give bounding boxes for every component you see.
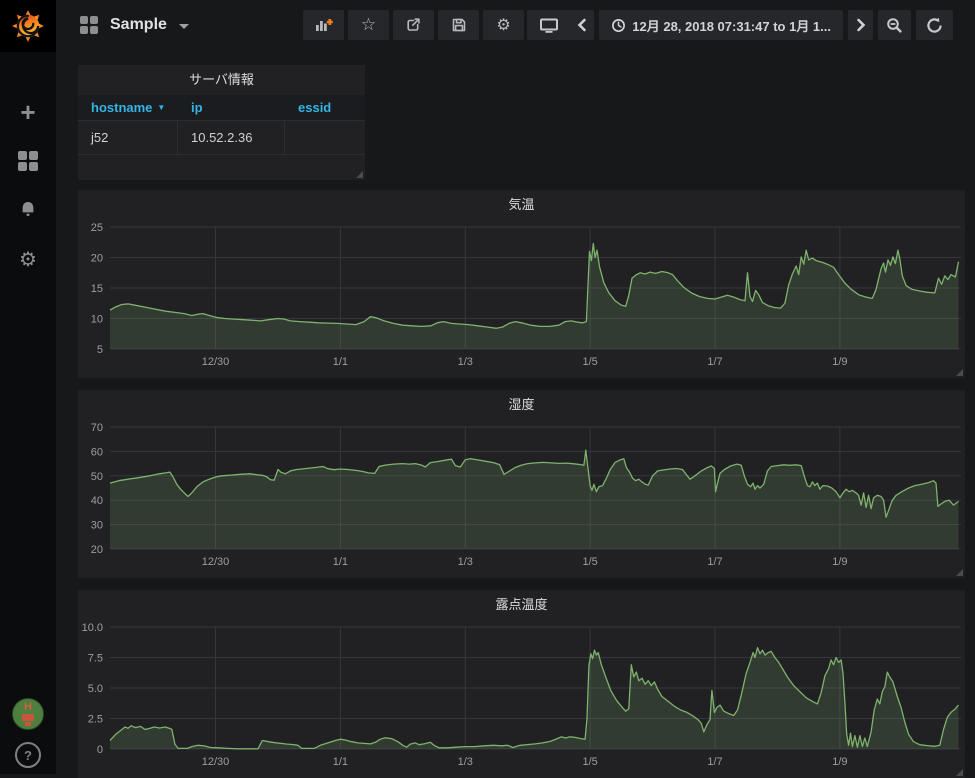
chevron-right-icon bbox=[856, 18, 866, 32]
tv-mode-button[interactable] bbox=[527, 10, 571, 40]
sort-desc-icon: ▼ bbox=[157, 103, 165, 112]
chevron-down-icon[interactable] bbox=[179, 24, 189, 29]
dew-point-chart-panel: 露点温度 0 2.5 5.0 7.5 10.0 12/30 1/1 1/3 1/5 1/7 1/9 bbox=[78, 590, 965, 778]
svg-text:60: 60 bbox=[91, 446, 103, 458]
configuration-gear-icon[interactable]: ⚙ bbox=[16, 247, 40, 271]
svg-text:1/1: 1/1 bbox=[333, 756, 348, 768]
dashboard-grid-icon bbox=[80, 16, 98, 34]
server-info-table-panel: サーバ情報 hostname▼ ip essid j52 10.52.2.36 bbox=[78, 65, 365, 180]
dashboards-icon[interactable] bbox=[16, 149, 40, 173]
chart-panel-title[interactable]: 気温 bbox=[78, 194, 965, 216]
time-forward-button[interactable] bbox=[848, 10, 873, 40]
svg-text:1/9: 1/9 bbox=[832, 356, 847, 368]
panel-resize-handle[interactable] bbox=[956, 369, 963, 376]
zoom-out-button[interactable] bbox=[878, 10, 911, 40]
svg-text:50: 50 bbox=[91, 471, 103, 483]
svg-text:1/9: 1/9 bbox=[832, 756, 847, 768]
panel-resize-handle[interactable] bbox=[956, 569, 963, 576]
svg-text:20: 20 bbox=[91, 253, 103, 265]
cell-ip: 10.52.2.36 bbox=[178, 121, 285, 154]
svg-text:1/1: 1/1 bbox=[333, 556, 348, 568]
time-range-text: 12月 28, 2018 07:31:47 to 1月 1... bbox=[632, 16, 831, 35]
svg-text:1/5: 1/5 bbox=[582, 556, 597, 568]
chart-panel-title[interactable]: 露点温度 bbox=[78, 594, 965, 616]
svg-text:20: 20 bbox=[91, 544, 103, 556]
chevron-left-icon bbox=[577, 18, 587, 32]
svg-text:5: 5 bbox=[97, 344, 103, 356]
refresh-icon bbox=[926, 17, 943, 34]
svg-text:12/30: 12/30 bbox=[202, 756, 230, 768]
svg-text:70: 70 bbox=[91, 422, 103, 434]
svg-text:25: 25 bbox=[91, 222, 103, 234]
save-floppy-icon bbox=[451, 17, 467, 33]
clock-icon bbox=[611, 18, 626, 33]
column-header-hostname[interactable]: hostname▼ bbox=[78, 95, 178, 120]
svg-text:1/5: 1/5 bbox=[582, 356, 597, 368]
svg-text:40: 40 bbox=[91, 495, 103, 507]
panel-resize-handle[interactable] bbox=[956, 769, 963, 776]
svg-text:1/7: 1/7 bbox=[707, 356, 722, 368]
star-icon: ☆ bbox=[361, 15, 376, 35]
chart-panel-title[interactable]: 湿度 bbox=[78, 394, 965, 416]
table-panel-title[interactable]: サーバ情報 bbox=[78, 69, 365, 91]
svg-text:2.5: 2.5 bbox=[88, 714, 103, 726]
cell-hostname: j52 bbox=[78, 121, 178, 154]
humidity-chart-panel: 湿度 20 30 40 50 60 70 12/30 1/1 1/3 1/5 1/7 1/9 bbox=[78, 390, 965, 578]
side-menu: + ⚙ H ? bbox=[0, 0, 56, 774]
table-header-row: hostname▼ ip essid bbox=[78, 95, 365, 120]
svg-text:12/30: 12/30 bbox=[202, 556, 230, 568]
svg-text:10.0: 10.0 bbox=[82, 622, 103, 634]
share-dashboard-button[interactable] bbox=[393, 10, 434, 40]
alerting-bell-icon[interactable] bbox=[16, 198, 40, 222]
svg-text:5.0: 5.0 bbox=[88, 683, 103, 695]
add-panel-button[interactable] bbox=[303, 10, 344, 40]
bell-icon bbox=[18, 200, 38, 220]
svg-text:1/3: 1/3 bbox=[458, 556, 473, 568]
dashboard-title[interactable]: Sample bbox=[110, 16, 167, 34]
share-icon bbox=[405, 17, 422, 33]
save-dashboard-button[interactable] bbox=[438, 10, 479, 40]
svg-text:1/5: 1/5 bbox=[582, 756, 597, 768]
svg-text:1/3: 1/3 bbox=[458, 756, 473, 768]
gear-glyph: ⚙ bbox=[19, 247, 37, 272]
temperature-chart[interactable]: 5 10 15 20 25 12/30 1/1 1/3 1/5 1/7 1/9 bbox=[78, 190, 965, 378]
help-icon[interactable]: ? bbox=[15, 742, 41, 768]
svg-text:0: 0 bbox=[97, 744, 103, 756]
monitor-icon bbox=[539, 17, 559, 34]
plus-glyph: + bbox=[20, 102, 35, 122]
star-dashboard-button[interactable]: ☆ bbox=[348, 10, 389, 40]
svg-text:7.5: 7.5 bbox=[88, 653, 103, 665]
svg-text:15: 15 bbox=[91, 283, 103, 295]
gear-icon: ⚙ bbox=[496, 15, 510, 35]
cell-essid bbox=[285, 121, 365, 154]
panel-resize-handle[interactable] bbox=[356, 171, 363, 178]
grid-icon bbox=[18, 151, 38, 171]
svg-text:1/3: 1/3 bbox=[458, 356, 473, 368]
create-plus-icon[interactable]: + bbox=[16, 100, 40, 124]
column-header-essid[interactable]: essid bbox=[285, 95, 365, 120]
user-avatar[interactable]: H bbox=[12, 698, 44, 730]
svg-text:1/9: 1/9 bbox=[832, 556, 847, 568]
refresh-button[interactable] bbox=[916, 10, 953, 40]
table-row: j52 10.52.2.36 bbox=[78, 120, 365, 155]
zoom-out-icon bbox=[886, 17, 903, 34]
column-header-ip[interactable]: ip bbox=[178, 95, 285, 120]
svg-text:30: 30 bbox=[91, 520, 103, 532]
svg-text:1/1: 1/1 bbox=[333, 356, 348, 368]
svg-text:1/7: 1/7 bbox=[707, 556, 722, 568]
dashboard-settings-button[interactable]: ⚙ bbox=[483, 10, 524, 40]
svg-text:1/7: 1/7 bbox=[707, 756, 722, 768]
time-range-picker[interactable]: 12月 28, 2018 07:31:47 to 1月 1... bbox=[599, 10, 843, 40]
humidity-chart[interactable]: 20 30 40 50 60 70 12/30 1/1 1/3 1/5 1/7 1/9 bbox=[78, 390, 965, 578]
grafana-logo[interactable] bbox=[0, 0, 56, 52]
grafana-logo-icon bbox=[11, 9, 45, 43]
svg-text:12/30: 12/30 bbox=[202, 356, 230, 368]
dashboard-navbar: Sample ☆ ⚙ bbox=[56, 0, 975, 50]
dew-point-chart[interactable]: 0 2.5 5.0 7.5 10.0 12/30 1/1 1/3 1/5 1/7 1/9 bbox=[78, 590, 965, 778]
temperature-chart-panel: 気温 5 10 15 20 25 12/30 1/1 1/3 1/5 1/7 1/9 bbox=[78, 190, 965, 378]
add-panel-icon bbox=[314, 17, 334, 33]
svg-text:10: 10 bbox=[91, 314, 103, 326]
help-glyph: ? bbox=[24, 748, 32, 763]
time-back-button[interactable] bbox=[569, 10, 594, 40]
